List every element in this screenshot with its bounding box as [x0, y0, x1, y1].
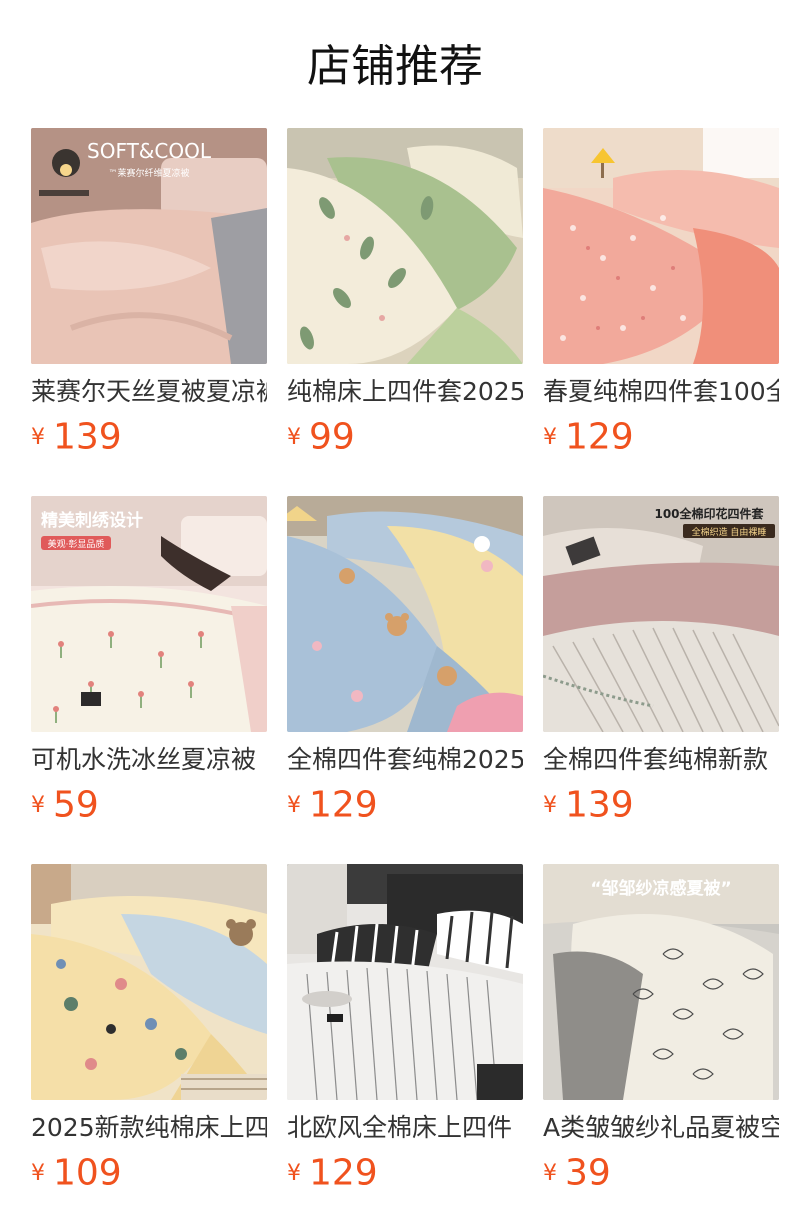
price-value: 129: [309, 784, 378, 826]
product-card[interactable]: SOFT&COOL ™莱赛尔纤维夏凉被 莱赛尔天丝夏被夏凉被 ¥139: [31, 128, 267, 468]
image-headline: “邹邹纱凉感夏被”: [590, 878, 731, 899]
currency-symbol: ¥: [543, 424, 557, 450]
product-price: ¥39: [543, 1150, 611, 1196]
price-value: 59: [53, 784, 99, 826]
price-value: 139: [53, 416, 122, 458]
product-card[interactable]: 2025新款纯棉床上四 ¥109: [31, 864, 267, 1204]
price-value: 139: [565, 784, 634, 826]
product-price: ¥129: [287, 782, 378, 828]
product-card[interactable]: 精美刺绣设计 美观·彰显品质 可机水洗冰丝夏凉被 ¥59: [31, 496, 267, 836]
gauze-quilt-image[interactable]: “邹邹纱凉感夏被”: [543, 864, 779, 1100]
price-value: 99: [309, 416, 355, 458]
product-card[interactable]: 全棉四件套纯棉2025 ¥129: [287, 496, 523, 836]
product-price: ¥99: [287, 414, 355, 460]
product-card[interactable]: 北欧风全棉床上四件 ¥129: [287, 864, 523, 1204]
product-name[interactable]: 春夏纯棉四件套100全: [543, 374, 779, 410]
image-subline: ™莱赛尔纤维夏凉被: [108, 167, 189, 179]
image-headline: 精美刺绣设计: [41, 510, 143, 531]
currency-symbol: ¥: [287, 792, 301, 818]
leaf-bedding-image[interactable]: [287, 128, 523, 364]
product-price: ¥129: [287, 1150, 378, 1196]
product-card[interactable]: 春夏纯棉四件套100全 ¥129: [543, 128, 779, 468]
product-price: ¥129: [543, 414, 634, 460]
currency-symbol: ¥: [287, 424, 301, 450]
cartoon-bedding-image[interactable]: [31, 864, 267, 1100]
product-name[interactable]: 可机水洗冰丝夏凉被: [31, 742, 267, 778]
product-card[interactable]: 纯棉床上四件套2025 ¥99: [287, 128, 523, 468]
nordic-striped-bedding-image[interactable]: [287, 864, 523, 1100]
image-badge: 美观·彰显品质: [48, 538, 105, 550]
image-badge: 全棉织造 自由裸睡: [692, 526, 767, 538]
product-name[interactable]: 全棉四件套纯棉新款: [543, 742, 779, 778]
product-price: ¥139: [31, 414, 122, 460]
silk-quilt-image[interactable]: SOFT&COOL ™莱赛尔纤维夏凉被: [31, 128, 267, 364]
section-title: 店铺推荐: [307, 41, 483, 92]
currency-symbol: ¥: [31, 424, 45, 450]
product-name[interactable]: A类皱皱纱礼品夏被空: [543, 1110, 779, 1146]
currency-symbol: ¥: [31, 792, 45, 818]
image-headline: SOFT&COOL: [87, 139, 212, 163]
product-card[interactable]: “邹邹纱凉感夏被” A类皱皱纱礼品夏被空 ¥39: [543, 864, 779, 1204]
price-value: 39: [565, 1152, 611, 1194]
striped-pink-bedding-image[interactable]: 100全棉印花四件套 全棉织造 自由裸睡: [543, 496, 779, 732]
image-headline: 100全棉印花四件套: [654, 506, 764, 521]
product-price: ¥59: [31, 782, 99, 828]
product-price: ¥139: [543, 782, 634, 828]
pink-floral-bedding-image[interactable]: [543, 128, 779, 364]
price-value: 109: [53, 1152, 122, 1194]
product-name[interactable]: 全棉四件套纯棉2025: [287, 742, 523, 778]
currency-symbol: ¥: [543, 792, 557, 818]
product-card[interactable]: 100全棉印花四件套 全棉织造 自由裸睡 全棉四件套纯棉新款 ¥139: [543, 496, 779, 836]
bear-print-bedding-image[interactable]: [287, 496, 523, 732]
price-value: 129: [309, 1152, 378, 1194]
currency-symbol: ¥: [31, 1160, 45, 1186]
product-name[interactable]: 北欧风全棉床上四件: [287, 1110, 523, 1146]
embroidered-quilt-image[interactable]: 精美刺绣设计 美观·彰显品质: [31, 496, 267, 732]
currency-symbol: ¥: [287, 1160, 301, 1186]
currency-symbol: ¥: [543, 1160, 557, 1186]
price-value: 129: [565, 416, 634, 458]
product-price: ¥109: [31, 1150, 122, 1196]
product-name[interactable]: 莱赛尔天丝夏被夏凉被: [31, 374, 267, 410]
product-name[interactable]: 纯棉床上四件套2025: [287, 374, 523, 410]
product-name[interactable]: 2025新款纯棉床上四: [31, 1110, 267, 1146]
